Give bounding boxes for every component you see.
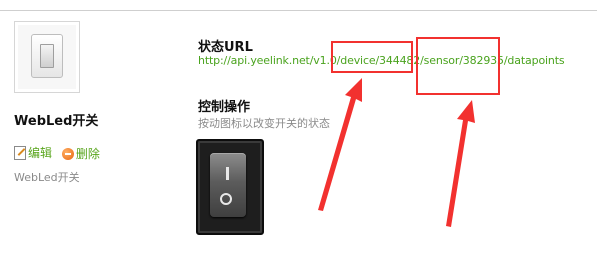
annotation-arrows (318, 78, 475, 227)
annotation-arrow-left (318, 78, 362, 211)
annotation-arrow-right (446, 100, 475, 227)
